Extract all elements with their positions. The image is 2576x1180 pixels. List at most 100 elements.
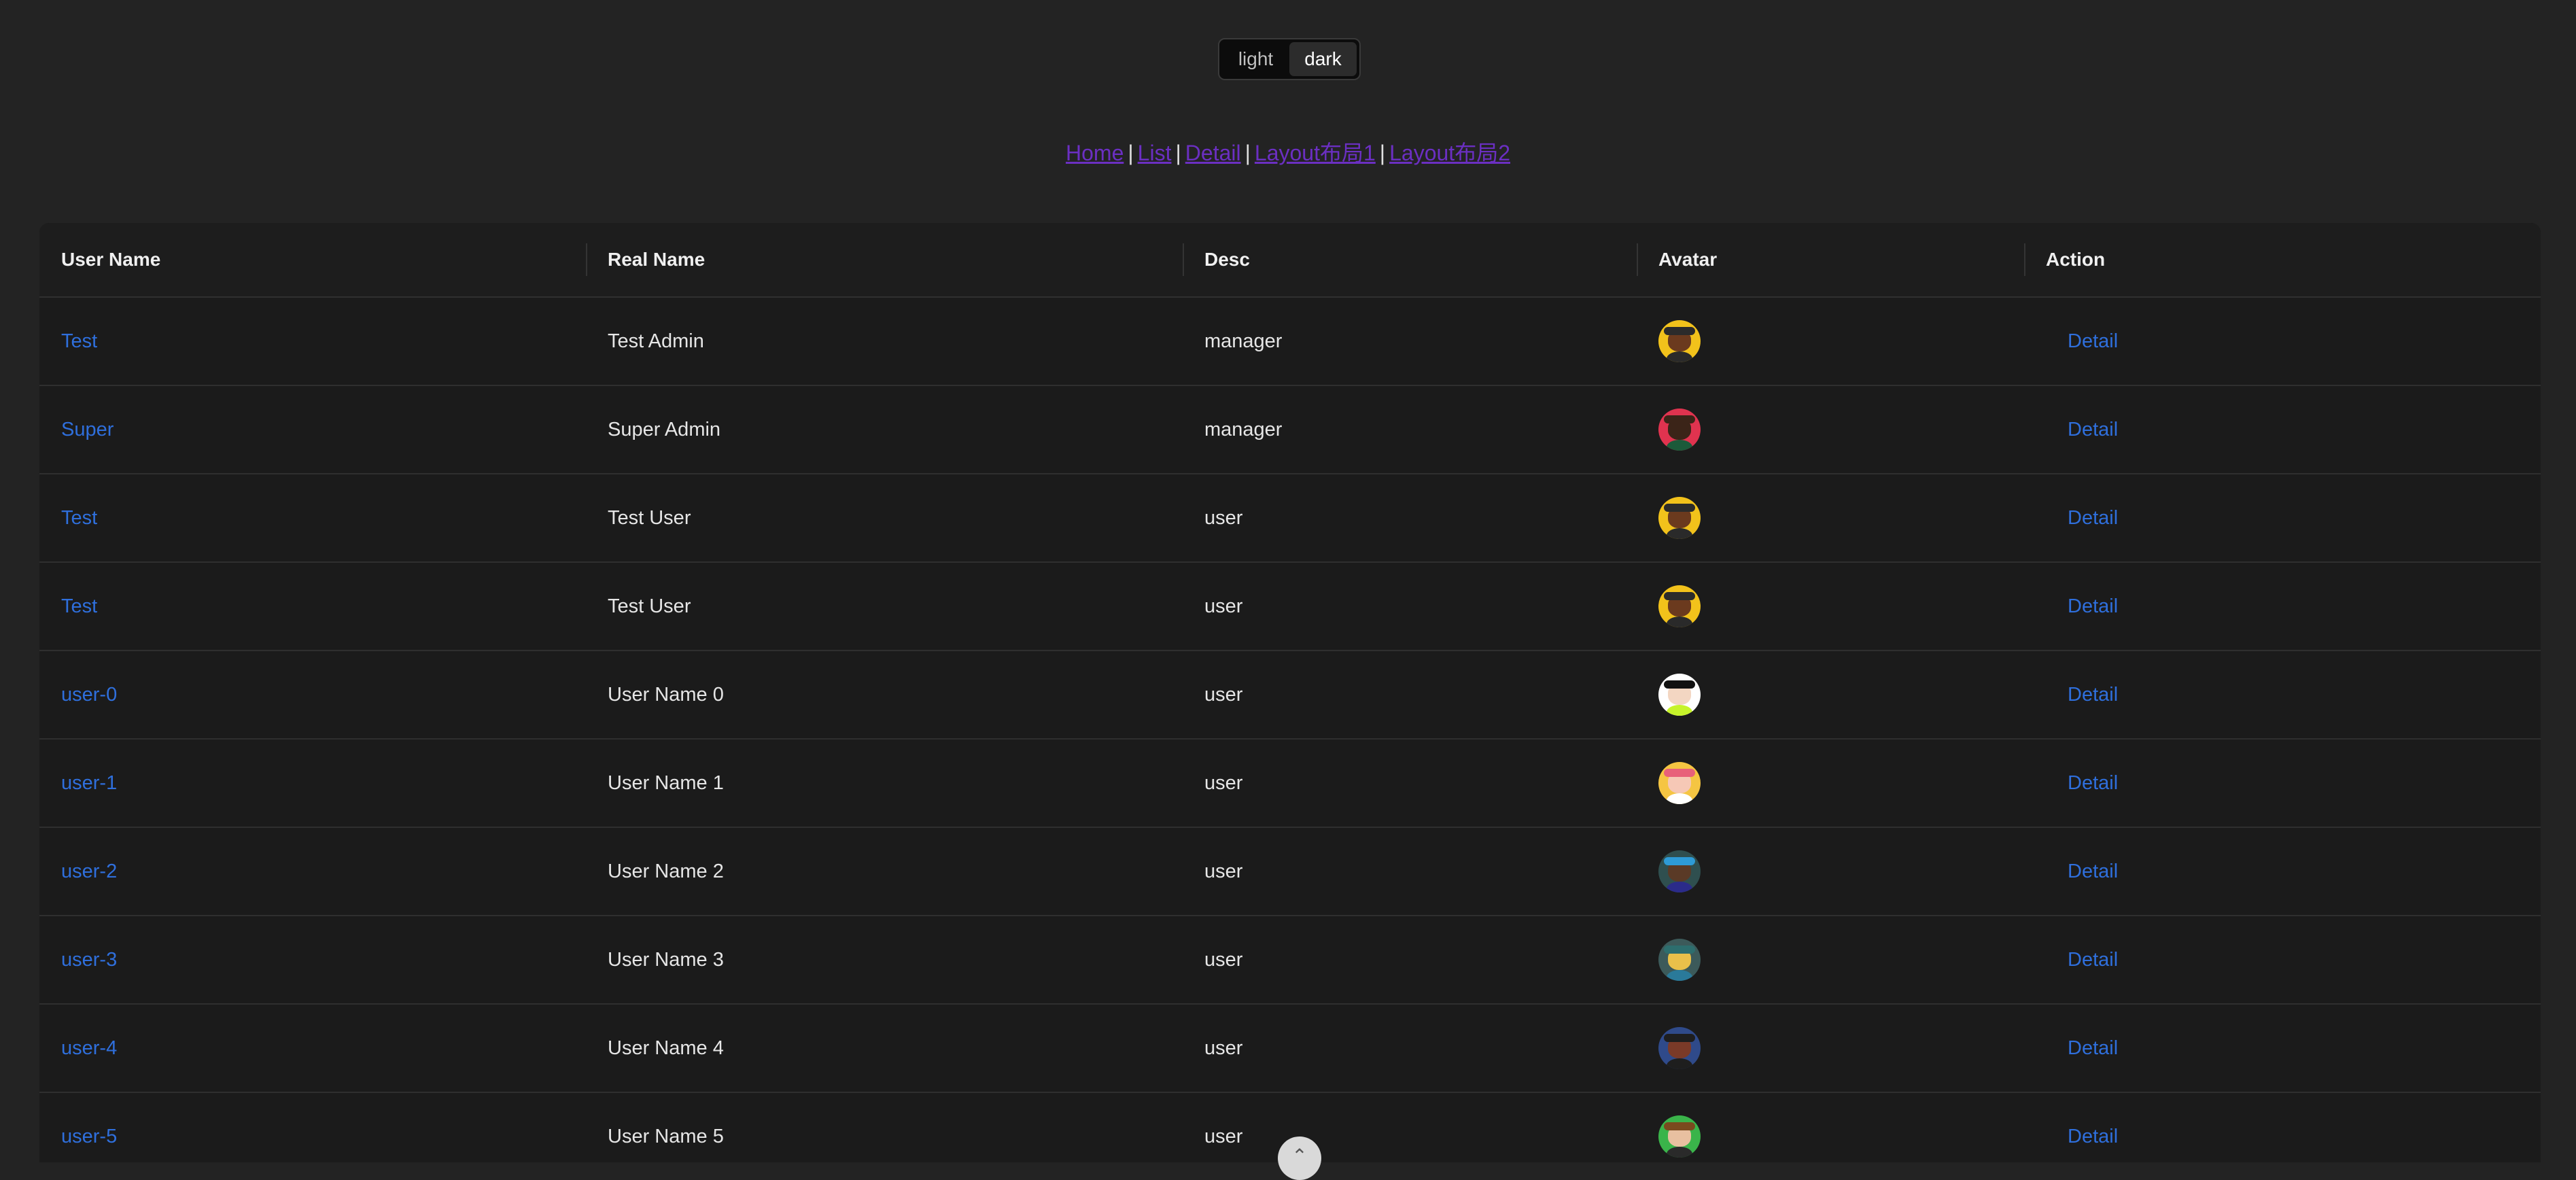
theme-light-button[interactable]: light	[1222, 42, 1289, 76]
table-row: user-3 User Name 3 user Detail	[39, 916, 2541, 1005]
realname-text-cell: Super Admin	[586, 386, 1183, 473]
username-link[interactable]: user-3	[61, 949, 117, 971]
desc-text-cell: user	[1183, 740, 1637, 827]
realname-text-cell: User Name 4	[586, 1005, 1183, 1092]
realname-text: User Name 4	[608, 1037, 724, 1059]
avatar-cell	[1637, 1093, 2024, 1162]
desc-text: user	[1204, 683, 1243, 706]
desc-text-cell: user	[1183, 651, 1637, 738]
avatar-green-icon	[1658, 1115, 1701, 1158]
desc-text-cell: manager	[1183, 298, 1637, 385]
realname-text-cell: Test User	[586, 474, 1183, 561]
column-header-realname: Real Name	[586, 223, 1183, 296]
desc-text-cell: user	[1183, 563, 1637, 650]
nav-link-home[interactable]: Home	[1066, 141, 1124, 165]
username-link[interactable]: user-2	[61, 861, 117, 883]
top-nav: Home | List | Detail | Layout布局1 | Layout布局2	[0, 136, 2576, 167]
desc-text: user	[1204, 1037, 1243, 1059]
realname-text: Test Admin	[608, 330, 704, 352]
avatar-cell	[1637, 916, 2024, 1003]
nav-link-layout2[interactable]: Layout布局2	[1389, 141, 1510, 165]
username-link-cell: user-1	[39, 740, 586, 827]
realname-text: User Name 2	[608, 860, 724, 882]
avatar-glasses-icon	[1658, 939, 1701, 981]
username-link-cell: Test	[39, 298, 586, 385]
avatar-yellow-hat-icon	[1658, 585, 1701, 627]
detail-link-cell: Detail	[2024, 916, 2541, 1003]
detail-link-cell: Detail	[2024, 298, 2541, 385]
detail-link[interactable]: Detail	[2068, 330, 2118, 353]
nav-link-list[interactable]: List	[1138, 141, 1172, 165]
desc-text-cell: user	[1183, 1005, 1637, 1092]
avatar-dark-teal-icon	[1658, 850, 1701, 892]
detail-link-cell: Detail	[2024, 740, 2541, 827]
realname-text-cell: User Name 0	[586, 651, 1183, 738]
username-link[interactable]: user-4	[61, 1037, 117, 1060]
avatar-cell	[1637, 298, 2024, 385]
realname-text-cell: User Name 3	[586, 916, 1183, 1003]
table-row: Test Test User user Detail	[39, 474, 2541, 563]
username-link[interactable]: user-5	[61, 1126, 117, 1148]
desc-text: user	[1204, 595, 1243, 617]
detail-link[interactable]: Detail	[2068, 861, 2118, 883]
table-header: User Name Real Name Desc Avatar Action	[39, 223, 2541, 298]
avatar-cell	[1637, 828, 2024, 915]
detail-link[interactable]: Detail	[2068, 949, 2118, 971]
realname-text-cell: Test User	[586, 563, 1183, 650]
nav-link-detail[interactable]: Detail	[1185, 141, 1241, 165]
desc-text: user	[1204, 860, 1243, 882]
desc-text-cell: user	[1183, 1093, 1637, 1162]
realname-text: User Name 0	[608, 683, 724, 706]
desc-text: user	[1204, 948, 1243, 971]
avatar-yellow-hat-icon	[1658, 320, 1701, 362]
nav-link-layout1[interactable]: Layout布局1	[1255, 141, 1376, 165]
detail-link-cell: Detail	[2024, 563, 2541, 650]
realname-text: User Name 3	[608, 948, 724, 971]
username-link[interactable]: Test	[61, 330, 97, 353]
avatar-pink-bow-icon	[1658, 762, 1701, 804]
chevron-up-icon: ⌃	[1291, 1145, 1308, 1166]
detail-link[interactable]: Detail	[2068, 507, 2118, 530]
detail-link[interactable]: Detail	[2068, 1037, 2118, 1060]
detail-link[interactable]: Detail	[2068, 419, 2118, 441]
table-row: user-1 User Name 1 user Detail	[39, 740, 2541, 828]
avatar-red-icon	[1658, 409, 1701, 451]
realname-text-cell: User Name 1	[586, 740, 1183, 827]
realname-text: Test User	[608, 595, 691, 617]
nav-separator: |	[1379, 141, 1386, 165]
table-row: user-4 User Name 4 user Detail	[39, 1005, 2541, 1093]
desc-text: user	[1204, 506, 1243, 529]
detail-link[interactable]: Detail	[2068, 684, 2118, 706]
column-header-avatar: Avatar	[1637, 223, 2024, 296]
nav-separator: |	[1175, 141, 1181, 165]
table-row: user-0 User Name 0 user Detail	[39, 651, 2541, 740]
theme-dark-button[interactable]: dark	[1289, 42, 1357, 76]
back-to-top-button[interactable]: ⌃	[1278, 1136, 1321, 1180]
detail-link[interactable]: Detail	[2068, 595, 2118, 618]
user-table: User Name Real Name Desc Avatar Action T…	[39, 223, 2541, 1162]
username-link[interactable]: user-1	[61, 772, 117, 795]
avatar-cell	[1637, 651, 2024, 738]
realname-text: User Name 5	[608, 1125, 724, 1147]
detail-link[interactable]: Detail	[2068, 772, 2118, 795]
username-link-cell: Test	[39, 563, 586, 650]
realname-text-cell: Test Admin	[586, 298, 1183, 385]
username-link[interactable]: Test	[61, 507, 97, 530]
avatar-cell	[1637, 474, 2024, 561]
realname-text-cell: User Name 5	[586, 1093, 1183, 1162]
username-link-cell: user-0	[39, 651, 586, 738]
desc-text-cell: user	[1183, 916, 1637, 1003]
avatar-blue-icon	[1658, 1027, 1701, 1069]
realname-text: User Name 1	[608, 771, 724, 794]
avatar-cell	[1637, 563, 2024, 650]
desc-text-cell: user	[1183, 828, 1637, 915]
username-link[interactable]: Test	[61, 595, 97, 618]
theme-switch[interactable]: light dark	[1218, 38, 1361, 80]
detail-link[interactable]: Detail	[2068, 1126, 2118, 1148]
table-row: Test Test User user Detail	[39, 563, 2541, 651]
username-link[interactable]: user-0	[61, 684, 117, 706]
realname-text-cell: User Name 2	[586, 828, 1183, 915]
avatar-cell	[1637, 1005, 2024, 1092]
avatar-cell	[1637, 386, 2024, 473]
username-link[interactable]: Super	[61, 419, 114, 441]
